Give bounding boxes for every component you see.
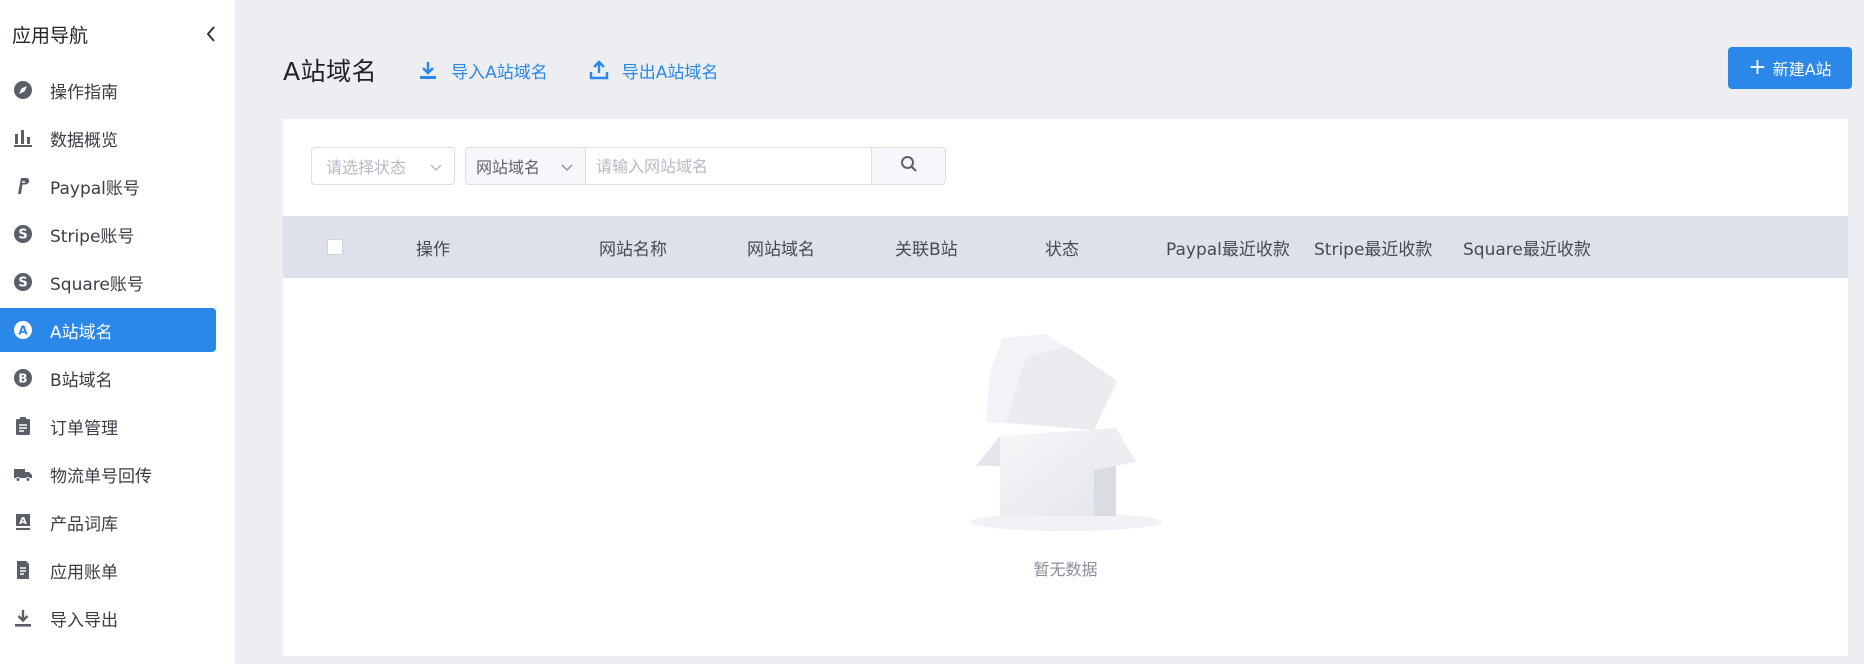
sidebar-item-label: 产品词库 <box>50 514 118 535</box>
sidebar-item-label: Stripe账号 <box>50 226 135 247</box>
sidebar-item-5[interactable]: A A站域名 <box>0 308 216 352</box>
sidebar-item-11[interactable]: 导入导出 <box>0 596 216 640</box>
svg-text:A: A <box>19 516 27 527</box>
import-link[interactable]: 导入A站域名 <box>417 58 548 83</box>
sidebar-item-label: 数据概览 <box>50 130 118 151</box>
collapse-chevron-left-icon[interactable] <box>201 24 221 44</box>
sidebar-item-label: 操作指南 <box>50 82 118 103</box>
letter-b-circle-icon: B <box>12 367 34 389</box>
svg-text:S: S <box>18 228 27 243</box>
sidebar-item-label: 订单管理 <box>50 418 118 439</box>
filter-bar: 请选择状态 网站域名 <box>311 147 946 185</box>
svg-text:S: S <box>18 276 27 291</box>
sidebar-item-7[interactable]: 订单管理 <box>0 404 216 448</box>
search-icon <box>900 155 918 177</box>
sidebar-item-4[interactable]: S Square账号 <box>0 260 216 304</box>
clipboard-icon <box>12 415 34 437</box>
content-card: 请选择状态 网站域名 请输入网站域名 操作 网站名称 网站域名 关联B站 状态 … <box>283 119 1848 656</box>
empty-state-text: 暂无数据 <box>1033 560 1098 579</box>
sidebar-item-label: 应用账单 <box>50 562 118 583</box>
new-site-button-label: 新建A站 <box>1772 60 1832 79</box>
sidebar-item-label: 物流单号回传 <box>50 466 152 487</box>
sidebar-item-0[interactable]: 操作指南 <box>0 68 216 112</box>
sidebar-item-3[interactable]: S Stripe账号 <box>0 212 216 256</box>
column-header-paypal-recent: Paypal最近收款 <box>1166 239 1290 260</box>
page-title: A站域名 <box>283 57 378 86</box>
plus-icon: + <box>1748 55 1767 80</box>
search-button[interactable] <box>872 147 946 185</box>
status-select-placeholder: 请选择状态 <box>326 158 407 177</box>
sidebar-header: 应用导航 <box>0 0 235 68</box>
sidebar-item-label: 导入导出 <box>50 610 118 631</box>
domain-search-input[interactable] <box>585 147 872 185</box>
sidebar-item-label: Paypal账号 <box>50 178 140 199</box>
select-all-checkbox[interactable] <box>327 239 343 255</box>
sidebar-item-1[interactable]: 数据概览 <box>0 116 216 160</box>
chevron-down-icon <box>430 157 442 176</box>
sidebar-item-6[interactable]: B B站域名 <box>0 356 216 400</box>
empty-box-icon <box>283 334 1848 534</box>
dollar-circle-icon: S <box>12 223 34 245</box>
sidebar: 应用导航 操作指南数据概览 Paypal账号 S Stripe账号 S Square账号 A… <box>0 0 235 664</box>
truck-icon <box>12 463 34 485</box>
domain-search-group: 网站域名 <box>465 147 946 185</box>
select-all-cell <box>327 216 343 278</box>
sidebar-item-8[interactable]: 物流单号回传 <box>0 452 216 496</box>
sidebar-item-label: B站域名 <box>50 370 113 391</box>
document-icon <box>12 559 34 581</box>
column-header-site-name: 网站名称 <box>599 239 667 260</box>
column-header-status: 状态 <box>1045 239 1079 260</box>
new-site-button[interactable]: + 新建A站 <box>1728 47 1852 89</box>
status-select[interactable]: 请选择状态 <box>311 147 455 185</box>
download-icon <box>417 59 439 81</box>
sidebar-item-label: Square账号 <box>50 274 144 295</box>
main-content: A站域名 导入A站域名 导出A站域名 + 新建A站 请选择状态 网站域名 请输入… <box>235 0 1864 664</box>
bar-chart-icon <box>12 127 34 149</box>
search-field-select-value: 网站域名 <box>476 158 541 177</box>
sidebar-menu: 操作指南数据概览 Paypal账号 S Stripe账号 S Square账号 A A站域名 B… <box>0 68 235 640</box>
text-box-icon: A <box>12 511 34 533</box>
sidebar-item-2[interactable]: Paypal账号 <box>0 164 216 208</box>
import-link-label: 导入A站域名 <box>451 62 548 83</box>
search-field-select[interactable]: 网站域名 <box>465 147 585 185</box>
svg-text:A: A <box>18 324 28 338</box>
column-header-stripe-recent: Stripe最近收款 <box>1314 239 1433 260</box>
sidebar-item-9[interactable]: A 产品词库 <box>0 500 216 544</box>
sidebar-title: 应用导航 <box>12 24 89 47</box>
compass-icon <box>12 79 34 101</box>
export-link[interactable]: 导出A站域名 <box>588 58 719 83</box>
chevron-down-icon <box>561 157 573 176</box>
dollar-circle-icon: S <box>12 271 34 293</box>
page-header: A站域名 导入A站域名 导出A站域名 <box>283 48 758 92</box>
letter-a-circle-icon: A <box>12 319 34 341</box>
export-link-label: 导出A站域名 <box>621 62 719 83</box>
column-header-site-domain: 网站域名 <box>747 239 815 260</box>
column-header-actions: 操作 <box>416 239 450 260</box>
column-header-square-recent: Square最近收款 <box>1463 239 1591 260</box>
upload-icon <box>588 59 610 81</box>
sidebar-item-10[interactable]: 应用账单 <box>0 548 216 592</box>
svg-text:B: B <box>18 372 27 386</box>
sidebar-item-label: A站域名 <box>50 322 113 343</box>
paypal-icon <box>12 175 34 197</box>
column-header-linked-b-site: 关联B站 <box>895 239 958 260</box>
download-icon <box>12 607 34 629</box>
table-header: 操作 网站名称 网站域名 关联B站 状态 Paypal最近收款 Stripe最近… <box>283 216 1848 278</box>
empty-state: 暂无数据 <box>283 334 1848 580</box>
